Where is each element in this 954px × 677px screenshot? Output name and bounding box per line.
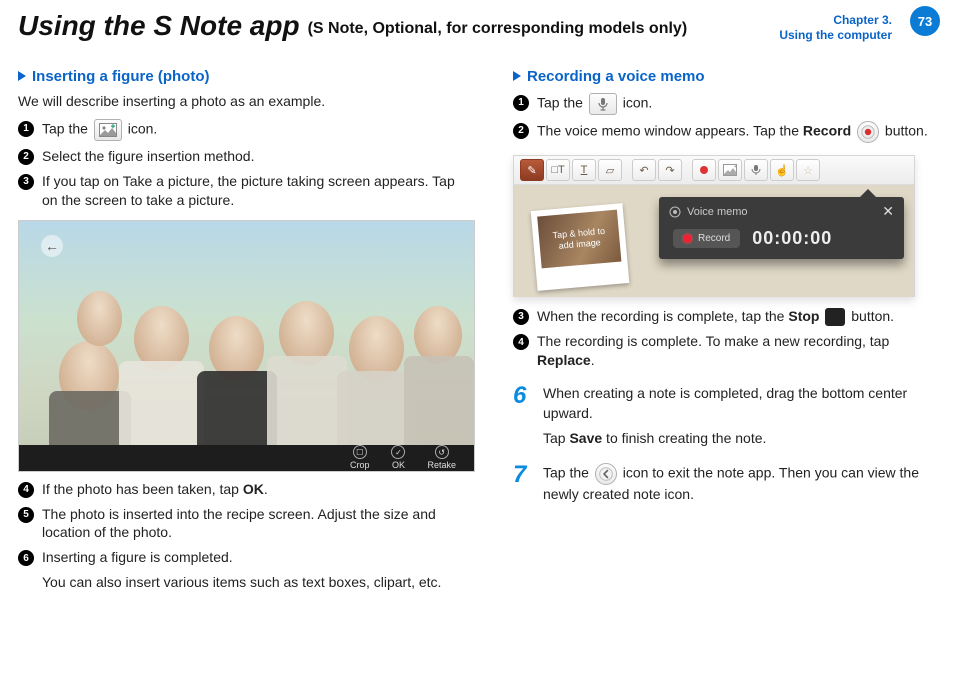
insert-image-icon bbox=[94, 119, 122, 141]
big-step-6: 6 When creating a note is completed, dra… bbox=[513, 384, 936, 449]
vm-toolbar: ✎ □T T ▱ ↶ ↷ + ☝ ☆ bbox=[514, 156, 914, 185]
step-num-1: 1 bbox=[18, 121, 34, 137]
vm-canvas: Tap & hold to add image Voice memo ✕ bbox=[514, 185, 914, 297]
header: Using the S Note app (S Note, Optional, … bbox=[18, 10, 936, 43]
textbox-icon[interactable]: □T bbox=[546, 159, 570, 181]
step-5: 5 The photo is inserted into the recipe … bbox=[18, 505, 473, 543]
step-1: 1 Tap the icon. bbox=[18, 119, 473, 141]
record-timer: 00:00:00 bbox=[752, 228, 832, 249]
hand-icon[interactable]: ☝ bbox=[770, 159, 794, 181]
step-3: 3 If you tap on Take a picture, the pict… bbox=[18, 172, 473, 210]
ok-button[interactable]: ✓OK bbox=[391, 445, 405, 470]
eraser-icon[interactable]: ▱ bbox=[598, 159, 622, 181]
text-icon[interactable]: T bbox=[572, 159, 596, 181]
microphone-icon bbox=[589, 93, 617, 115]
big-num-7: 7 bbox=[513, 463, 537, 505]
step-num-3: 3 bbox=[18, 174, 34, 190]
column-left: Inserting a figure (photo) We will descr… bbox=[18, 68, 473, 593]
step-num-5: 5 bbox=[18, 507, 34, 523]
redo-icon[interactable]: ↷ bbox=[658, 159, 682, 181]
column-right: Recording a voice memo 1 Tap the icon. 2… bbox=[513, 68, 936, 593]
r-step-4: 4 The recording is complete. To make a n… bbox=[513, 332, 936, 370]
voice-memo-window: ✎ □T T ▱ ↶ ↷ + ☝ ☆ bbox=[513, 155, 915, 297]
pencil-icon[interactable]: ✎ bbox=[520, 159, 544, 181]
chapter-label: Chapter 3. bbox=[779, 13, 892, 28]
page-subtitle: (S Note, Optional, for corresponding mod… bbox=[308, 10, 688, 38]
r-step-2: 2 The voice memo window appears. Tap the… bbox=[513, 121, 936, 143]
r-step-3: 3 When the recording is complete, tap th… bbox=[513, 307, 936, 326]
star-icon[interactable]: ☆ bbox=[796, 159, 820, 181]
chapter-name: Using the computer bbox=[779, 28, 892, 43]
subhead-insert-figure: Inserting a figure (photo) bbox=[18, 68, 473, 85]
big-step-7: 7 Tap the icon to exit the note app. The… bbox=[513, 463, 936, 505]
stop-icon bbox=[825, 308, 845, 326]
voice-memo-popup: Voice memo ✕ Record 00:00:00 bbox=[659, 197, 904, 259]
big-num-6: 6 bbox=[513, 384, 537, 449]
photo-action-bar: ☐Crop ✓OK ↺Retake bbox=[19, 445, 474, 471]
svg-text:+: + bbox=[734, 164, 737, 170]
crop-button[interactable]: ☐Crop bbox=[350, 445, 370, 470]
record-icon bbox=[857, 121, 879, 143]
page: Using the S Note app (S Note, Optional, … bbox=[0, 0, 954, 677]
step-6: 6 Inserting a figure is completed. bbox=[18, 548, 473, 567]
lead-text: We will describe inserting a photo as an… bbox=[18, 93, 473, 109]
back-circle-icon bbox=[595, 463, 617, 485]
subhead-voice-memo: Recording a voice memo bbox=[513, 68, 936, 85]
back-icon[interactable]: ← bbox=[41, 235, 63, 257]
close-icon[interactable]: ✕ bbox=[882, 203, 894, 220]
page-title: Using the S Note app bbox=[18, 10, 300, 40]
r-step-1: 1 Tap the icon. bbox=[513, 93, 936, 115]
step-num-6: 6 bbox=[18, 550, 34, 566]
toolbar-record-icon[interactable] bbox=[692, 159, 716, 181]
step-num-4: 4 bbox=[18, 482, 34, 498]
step-4: 4 If the photo has been taken, tap OK. bbox=[18, 480, 473, 499]
step-num-2: 2 bbox=[18, 149, 34, 165]
record-dot-icon bbox=[683, 234, 692, 243]
photo-preview: ← ☐Crop ✓OK ↺Retake bbox=[18, 220, 475, 472]
note-extra: You can also insert various items such a… bbox=[42, 573, 473, 593]
voice-memo-title: Voice memo bbox=[669, 206, 748, 218]
image-placeholder[interactable]: Tap & hold to add image bbox=[531, 203, 630, 291]
step-2: 2 Select the figure insertion method. bbox=[18, 147, 473, 166]
undo-icon[interactable]: ↶ bbox=[632, 159, 656, 181]
retake-button[interactable]: ↺Retake bbox=[427, 445, 456, 470]
toolbar-mic-icon[interactable] bbox=[744, 159, 768, 181]
page-number-badge: 73 bbox=[910, 6, 940, 36]
triangle-icon bbox=[513, 71, 521, 81]
insert-image-icon[interactable]: + bbox=[718, 159, 742, 181]
record-button[interactable]: Record bbox=[673, 229, 740, 248]
triangle-icon bbox=[18, 71, 26, 81]
